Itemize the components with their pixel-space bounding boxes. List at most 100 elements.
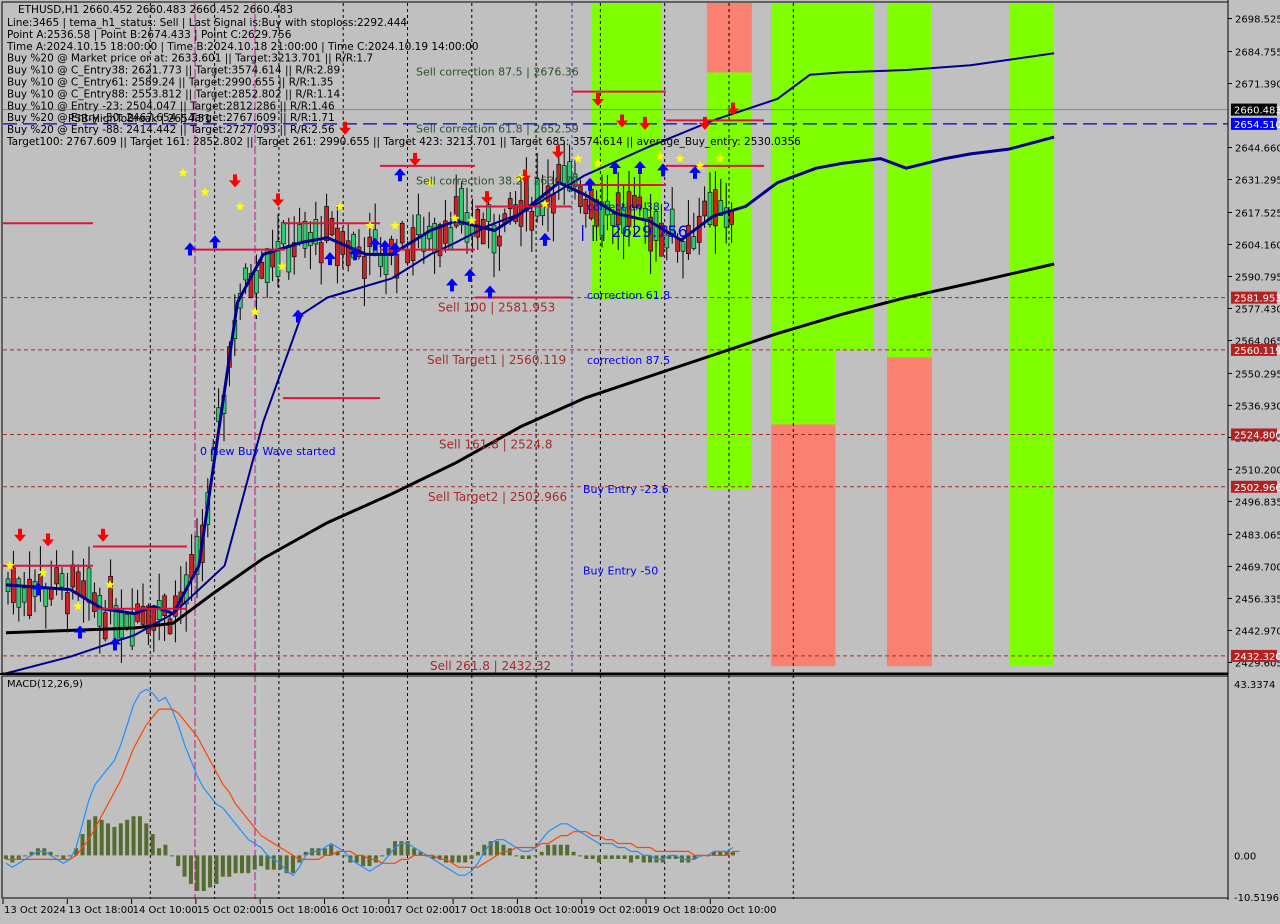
annotation-label: correction 87.5	[587, 354, 670, 367]
histogram-bar	[227, 855, 232, 877]
annotation-label: Buy Entry -50	[583, 564, 658, 577]
x-tick-label: 13 Oct 2024	[4, 905, 66, 916]
candle-body	[16, 578, 22, 608]
histogram-bar	[577, 855, 582, 857]
candle-body	[551, 194, 556, 214]
x-tick-label: 15 Oct 18:00	[261, 905, 326, 916]
candle-body	[97, 595, 103, 627]
histogram-bar	[322, 848, 327, 856]
candle-body	[275, 241, 281, 277]
candle-body	[702, 200, 707, 217]
candle-body	[362, 256, 367, 279]
histogram-bar	[137, 816, 142, 856]
histogram-bar	[341, 855, 346, 857]
histogram-bar	[112, 826, 117, 856]
histogram-bar	[169, 855, 174, 857]
histogram-bar	[157, 848, 162, 856]
candle-body	[259, 261, 265, 279]
histogram-bar	[214, 855, 219, 884]
price-tag-label: 2660.483	[1234, 106, 1280, 117]
x-tick-label: 14 Oct 10:00	[133, 905, 198, 916]
info-line: Time A:2024.10.15 18:00:00 | Time B:2024…	[6, 41, 479, 53]
zone-green	[886, 3, 932, 358]
x-tick-label: 17 Oct 18:00	[454, 905, 519, 916]
candle-body	[297, 224, 302, 243]
y-tick-label: 2442.970	[1235, 626, 1280, 637]
annotation-label: correction 61.8	[587, 289, 670, 302]
candle-body	[497, 235, 502, 247]
x-tick-label: 15 Oct 02:00	[197, 905, 262, 916]
candle-body	[680, 241, 686, 252]
candle-body	[59, 573, 65, 588]
level-label: Sell Target1 | 2560.119	[427, 353, 566, 367]
candle-body	[729, 210, 734, 225]
info-line: Buy %10 @ Entry -23: 2504.047 || Target:…	[7, 100, 335, 112]
y-tick-label: 2631.295	[1235, 175, 1280, 186]
y-tick-label: 2617.525	[1235, 208, 1280, 219]
price-tag-label: 2432.320	[1234, 652, 1280, 663]
histogram-bar	[150, 834, 155, 856]
candle-body	[124, 613, 130, 629]
histogram-bar	[93, 816, 98, 856]
annotation-label: Buy Entry -23.6	[583, 483, 669, 496]
y-tick-label: 2483.065	[1235, 530, 1280, 541]
candle-body	[21, 587, 27, 603]
histogram-bar	[635, 855, 640, 859]
candle-body	[75, 571, 81, 595]
info-line: Buy %10 @ C_Entry61: 2589.24 || Target:2…	[7, 77, 333, 89]
y-tick-label: 2550.295	[1235, 369, 1280, 380]
candle-body	[405, 249, 410, 264]
histogram-bar	[55, 855, 60, 857]
annotation-label: correction 38.2	[587, 201, 670, 214]
trading-chart-window: Sell 100 | 2581.953 Sell Target1 | 2560.1…	[0, 0, 1280, 920]
histogram-bar	[4, 855, 8, 859]
histogram-bar	[469, 855, 474, 859]
candle-body	[378, 254, 383, 267]
candle-body	[286, 245, 292, 273]
chart-canvas[interactable]: Sell 100 | 2581.953 Sell Target1 | 2560.1…	[0, 0, 1280, 920]
x-tick-label: 19 Oct 02:00	[583, 905, 648, 916]
x-tick-label: 13 Oct 18:00	[68, 905, 133, 916]
histogram-bar	[628, 855, 633, 863]
y-tick-label: 2698.525	[1235, 15, 1280, 26]
histogram-bar	[265, 855, 270, 870]
candle-body	[578, 186, 583, 207]
histogram-bar	[526, 855, 531, 859]
histogram-bar	[584, 855, 589, 859]
histogram-bar	[252, 855, 257, 870]
histogram-bar	[520, 855, 525, 859]
y-tick-label: 2496.835	[1235, 497, 1280, 508]
annotation-label: Sell correction 87.5 | 2676.36	[416, 66, 579, 79]
histogram-bar	[290, 855, 295, 874]
histogram-bar	[361, 855, 366, 867]
histogram-bar	[533, 855, 538, 857]
histogram-bar	[220, 855, 225, 877]
candle-body	[480, 219, 486, 245]
histogram-bar	[571, 851, 576, 856]
candle-body	[335, 227, 340, 267]
histogram-bar	[201, 855, 206, 891]
candle-body	[713, 189, 718, 227]
histogram-bar	[622, 855, 627, 859]
histogram-bar	[463, 855, 468, 863]
histogram-bar	[475, 851, 480, 856]
price-axis-bg	[1228, 0, 1280, 920]
y-tick-label: 2684.755	[1235, 47, 1280, 58]
zone-green	[1009, 3, 1055, 667]
histogram-bar	[367, 855, 372, 867]
candle-body	[86, 567, 92, 603]
candle-body	[367, 236, 373, 248]
candle-body	[308, 232, 313, 246]
price-tag-label: 2560.119	[1234, 346, 1280, 357]
histogram-bar	[456, 855, 461, 863]
candle-body	[43, 586, 49, 607]
histogram-bar	[450, 855, 455, 863]
histogram-bar	[208, 855, 213, 888]
histogram-bar	[80, 834, 85, 856]
candle-body	[399, 222, 405, 244]
histogram-bar	[616, 855, 621, 859]
price-tag-label: 2524.800	[1234, 430, 1280, 441]
histogram-bar	[259, 855, 264, 867]
info-line: Line:3465 | tema_h1_status: Sell | Last …	[7, 17, 407, 29]
histogram-bar	[495, 841, 500, 856]
